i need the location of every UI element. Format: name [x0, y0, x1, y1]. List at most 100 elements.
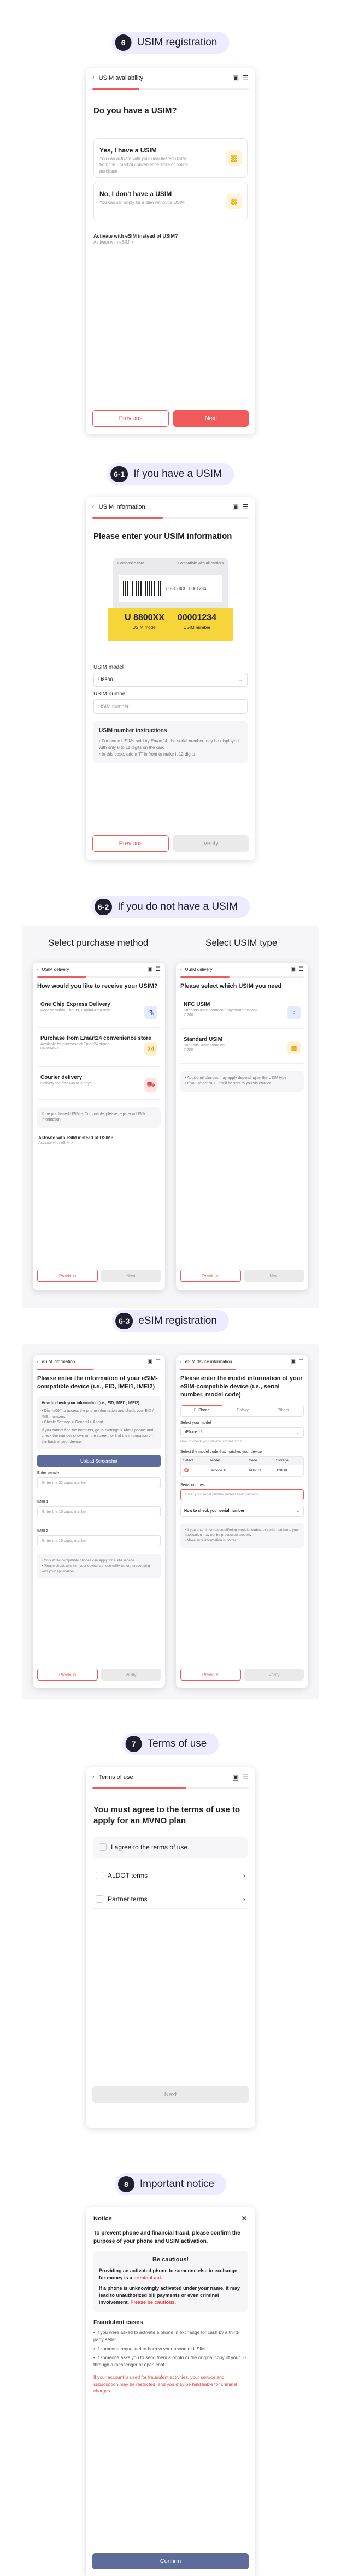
table-header: Storage: [276, 1459, 289, 1463]
chat-icon[interactable]: ▣: [232, 503, 239, 511]
chat-icon[interactable]: ▣: [148, 1359, 152, 1365]
model-code-table: Select Model Code Storage iPhone 15 MTP0…: [180, 1455, 304, 1477]
usim-model-select[interactable]: U8800 ⌄: [93, 673, 248, 687]
back-arrow-icon[interactable]: ‹: [37, 967, 39, 972]
eid-input[interactable]: Enter the 32 digits number: [37, 1477, 161, 1489]
screen-title: USIM delivery: [42, 967, 69, 972]
serial-help-toggle[interactable]: How to check your serial number ⌄: [180, 1505, 304, 1517]
card-number-label: USIM number: [183, 625, 211, 630]
imei2-input[interactable]: Enter the 15 digits number: [37, 1535, 161, 1547]
checkbox-icon[interactable]: [96, 1871, 103, 1879]
tab-galaxy[interactable]: Galaxy: [222, 1405, 263, 1416]
chevron-right-icon[interactable]: ›: [243, 1872, 245, 1879]
chat-icon[interactable]: ▣: [291, 966, 296, 972]
previous-button[interactable]: Previous: [37, 1669, 98, 1681]
question-title: Please enter the information of your eSI…: [37, 1375, 158, 1390]
checkbox-icon[interactable]: [96, 1895, 103, 1903]
close-icon[interactable]: ✕: [241, 2214, 248, 2223]
menu-icon[interactable]: ☰: [299, 1359, 304, 1365]
chat-icon[interactable]: ▣: [232, 1773, 239, 1782]
esim-link[interactable]: Activate with eSIM instead of USIM?: [38, 1135, 160, 1140]
upload-screenshot-button[interactable]: Upload Screenshot: [37, 1455, 161, 1467]
previous-button[interactable]: Previous: [180, 1669, 241, 1681]
option-no-usim[interactable]: No, I don't have a USIM You can still ap…: [93, 182, 248, 222]
screen-header: ‹ Terms of use ▣ ☰: [86, 1767, 255, 1787]
chevron-right-icon[interactable]: ›: [243, 1895, 245, 1903]
question-title: You must agree to the terms of use to ap…: [93, 1805, 240, 1826]
usim-number-input[interactable]: USIM number: [93, 699, 248, 714]
next-button[interactable]: Next: [173, 410, 249, 427]
option-standard-usim[interactable]: Standard USIM Supports Transportation 7,…: [180, 1033, 304, 1064]
step-title: USIM registration: [137, 37, 217, 48]
esim-sub-link[interactable]: Activate with eSIM >: [38, 1141, 160, 1145]
table-row[interactable]: iPhone 15 MTP03 128GB: [181, 1465, 303, 1476]
next-button[interactable]: Next: [244, 1270, 304, 1282]
esim-device-screen: ‹ eSIM device information ▣ ☰ Please ent…: [176, 1355, 308, 1688]
esim-sub-link[interactable]: Activate with eSIM >: [93, 240, 248, 245]
option-express-delivery[interactable]: One Chip Express Delivery Receive within…: [37, 998, 161, 1028]
screen-header: ‹ USIM availability ▣ ☰: [86, 68, 255, 88]
option-title: One Chip Express Delivery: [40, 1001, 110, 1007]
verify-button[interactable]: Verify: [173, 835, 249, 852]
agree-all-checkbox[interactable]: I agree to the terms of use.: [93, 1836, 248, 1858]
model-select[interactable]: iPhone 15 ⌄: [180, 1426, 304, 1438]
tab-iphone[interactable]:  iPhone: [181, 1405, 222, 1416]
back-arrow-icon[interactable]: ‹: [92, 1774, 95, 1781]
back-arrow-icon[interactable]: ‹: [92, 75, 95, 81]
previous-button[interactable]: Previous: [37, 1270, 98, 1282]
howto-title: How to check your information (i.e., EID…: [42, 1401, 139, 1405]
next-button[interactable]: Next: [92, 2086, 249, 2103]
verify-button[interactable]: Verify: [101, 1669, 161, 1681]
option-nfc-usim[interactable]: NFC USIM Supports transportation / payme…: [180, 998, 304, 1029]
menu-icon[interactable]: ☰: [242, 503, 249, 511]
usim-instructions-box: USIM number instructions • For some USIM…: [93, 721, 248, 764]
verify-button[interactable]: Verify: [244, 1669, 304, 1681]
usim-availability-screen: ‹ USIM availability ▣ ☰ Do you have a US…: [86, 68, 255, 434]
option-title: NFC USIM: [184, 1001, 210, 1007]
term-item-partner[interactable]: Partner terms ›: [93, 1890, 248, 1909]
option-price: 7,700: [184, 1048, 193, 1052]
question-title: Do you have a USIM?: [93, 106, 177, 115]
step-8-pill: 8 Important notice: [114, 2173, 227, 2195]
imei1-input[interactable]: Enter the 15 digits number: [37, 1506, 161, 1518]
term-item-aldot[interactable]: ALDOT terms ›: [93, 1866, 248, 1885]
note-item: • Please check whether your device can u…: [42, 1564, 150, 1573]
option-have-usim[interactable]: Yes, I have a USIM You can activate with…: [93, 138, 248, 178]
step-title: Important notice: [139, 2178, 215, 2190]
tab-others[interactable]: Others: [263, 1405, 303, 1416]
step-7-pill: 7 Terms of use: [122, 1733, 219, 1755]
esim-information-screen: ‹ eSIM information ▣ ☰ Please enter the …: [33, 1355, 165, 1688]
back-arrow-icon[interactable]: ‹: [180, 1359, 182, 1364]
checkbox-icon[interactable]: [99, 1843, 107, 1851]
option-emart24-store[interactable]: Purchase from Emart24 convenience store …: [37, 1032, 161, 1067]
menu-icon[interactable]: ☰: [242, 74, 249, 82]
menu-icon[interactable]: ☰: [156, 1359, 161, 1365]
screen-header: ‹ USIM information ▣ ☰: [86, 497, 255, 517]
truck-icon: ⛟: [144, 1078, 157, 1092]
eid-label: Enter serially: [37, 1471, 60, 1476]
option-courier-delivery[interactable]: Courier delivery Delivery fee free (up t…: [37, 1071, 161, 1100]
confirm-button[interactable]: Confirm: [92, 2553, 249, 2569]
previous-button[interactable]: Previous: [92, 410, 169, 427]
chat-icon[interactable]: ▣: [291, 1359, 296, 1365]
progress-bar: [180, 1369, 304, 1370]
back-arrow-icon[interactable]: ‹: [180, 967, 182, 972]
next-button[interactable]: Next: [101, 1270, 161, 1282]
back-arrow-icon[interactable]: ‹: [92, 504, 95, 510]
progress-bar: [92, 88, 249, 90]
esim-link[interactable]: Activate with eSIM instead of USIM?: [93, 233, 248, 239]
radio-selected-icon[interactable]: [184, 1467, 189, 1472]
step-title: eSIM registration: [138, 1315, 217, 1327]
chat-icon[interactable]: ▣: [148, 966, 152, 972]
previous-button[interactable]: Previous: [180, 1270, 241, 1282]
step-number: 6-1: [110, 466, 128, 482]
chat-icon[interactable]: ▣: [232, 74, 239, 82]
serial-input[interactable]: Enter your serial number (letters and nu…: [180, 1489, 304, 1500]
back-arrow-icon[interactable]: ‹: [37, 1359, 39, 1364]
menu-icon[interactable]: ☰: [156, 966, 161, 972]
option-title: No, I don't have a USIM: [99, 190, 172, 198]
model-hint-link[interactable]: How to check your device information >: [180, 1440, 304, 1443]
menu-icon[interactable]: ☰: [299, 966, 304, 972]
previous-button[interactable]: Previous: [92, 835, 169, 852]
menu-icon[interactable]: ☰: [242, 1773, 249, 1782]
